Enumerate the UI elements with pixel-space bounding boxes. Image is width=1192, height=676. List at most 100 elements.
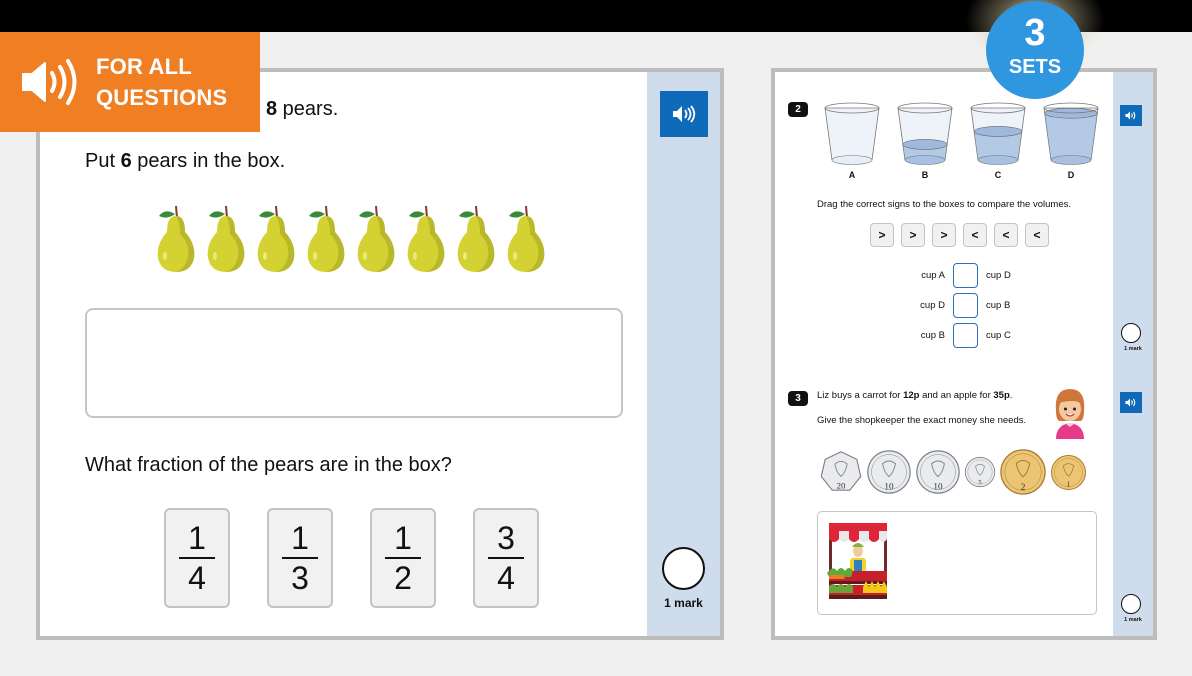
pear-total: 8 bbox=[266, 98, 278, 120]
fraction-question: What fraction of the pears are in the bo… bbox=[85, 454, 452, 476]
sign-tile-less[interactable]: < bbox=[994, 223, 1018, 247]
marks-sidebar: 1 mark bbox=[647, 72, 720, 636]
cup-label: D bbox=[1067, 170, 1075, 180]
cup-image bbox=[1043, 102, 1099, 165]
fraction-bar bbox=[385, 557, 421, 559]
comparison-drop-box[interactable] bbox=[953, 293, 978, 318]
pear-image[interactable] bbox=[256, 202, 296, 274]
pear-count-target: 6 bbox=[120, 150, 132, 172]
q3-text: Liz buys a carrot for bbox=[817, 390, 904, 401]
svg-text:20: 20 bbox=[837, 481, 846, 491]
carrot-price: 12p bbox=[903, 390, 920, 401]
pear-drop-box[interactable] bbox=[85, 308, 623, 418]
comparison-left: cup D bbox=[920, 300, 945, 311]
question-intro-text: 8 pears. bbox=[266, 98, 338, 121]
speaker-icon bbox=[1125, 111, 1136, 120]
sign-tile-greater[interactable]: > bbox=[932, 223, 956, 247]
cups-row: A B C D bbox=[822, 100, 1101, 180]
sign-tile-less[interactable]: < bbox=[1025, 223, 1049, 247]
denominator: 2 bbox=[394, 560, 412, 596]
coin-2p[interactable]: 2 bbox=[999, 448, 1047, 496]
numerator: 1 bbox=[394, 520, 412, 556]
speaker-icon bbox=[673, 105, 696, 123]
money-drop-box[interactable] bbox=[817, 511, 1097, 615]
mark-circle bbox=[662, 547, 705, 590]
comparison-drop-box[interactable] bbox=[953, 323, 978, 348]
pear-image[interactable] bbox=[406, 202, 446, 274]
pear-image[interactable] bbox=[156, 202, 196, 274]
cup-a: A bbox=[822, 100, 882, 180]
svg-text:1: 1 bbox=[1067, 479, 1071, 488]
q3-line1: Liz buys a carrot for 12p and an apple f… bbox=[817, 390, 1012, 401]
comparison-row: cup A cup D bbox=[905, 263, 1011, 288]
intro-rest: pears. bbox=[277, 98, 339, 120]
fraction-bar bbox=[282, 557, 318, 559]
sign-tile-less[interactable]: < bbox=[963, 223, 987, 247]
pear-image[interactable] bbox=[206, 202, 246, 274]
sign-tiles: > > > < < < bbox=[870, 223, 1049, 247]
cup-d: D bbox=[1041, 100, 1101, 180]
question-panel-preview: 2 A B C D Drag the correct signs to the box… bbox=[771, 68, 1157, 640]
cup-c: C bbox=[968, 100, 1028, 180]
speaker-icon bbox=[1125, 398, 1136, 407]
marks-sidebar: 1 mark 1 mark bbox=[1113, 72, 1153, 636]
speaker-icon bbox=[22, 59, 77, 105]
comparison-left: cup B bbox=[920, 330, 945, 341]
comparison-right: cup B bbox=[986, 300, 1011, 311]
sets-count: 3 bbox=[1024, 12, 1046, 54]
banner-line2: QUESTIONS bbox=[96, 85, 228, 110]
coin-5p[interactable]: 5 bbox=[964, 456, 996, 488]
mark-label: 1 mark bbox=[664, 596, 703, 610]
question-panel-main: 8 pears. Put 6 pears in the box. What fr… bbox=[36, 68, 724, 640]
comparison-right: cup C bbox=[986, 330, 1011, 341]
coin-10p[interactable]: 10 bbox=[915, 449, 961, 495]
denominator: 4 bbox=[497, 560, 515, 596]
svg-text:10: 10 bbox=[933, 481, 943, 491]
mark-circle bbox=[1121, 594, 1141, 614]
coin-1p[interactable]: 1 bbox=[1050, 454, 1087, 491]
cup-label: B bbox=[921, 170, 929, 180]
cup-label: C bbox=[994, 170, 1002, 180]
fraction-option-1-3[interactable]: 1 3 bbox=[267, 508, 333, 608]
comparison-left: cup A bbox=[921, 270, 945, 281]
girl-avatar bbox=[1055, 389, 1085, 439]
coin-10p[interactable]: 10 bbox=[866, 449, 912, 495]
comparison-drop-box[interactable] bbox=[953, 263, 978, 288]
cup-image bbox=[970, 102, 1026, 165]
fraction-options: 1 4 1 3 1 2 3 4 bbox=[164, 508, 539, 608]
q3-text: and an apple for bbox=[919, 390, 994, 401]
sign-tile-greater[interactable]: > bbox=[901, 223, 925, 247]
pear-image[interactable] bbox=[356, 202, 396, 274]
comparison-row: cup D cup B bbox=[905, 293, 1010, 318]
fraction-option-1-4[interactable]: 1 4 bbox=[164, 508, 230, 608]
banner-text: FOR ALL QUESTIONS bbox=[96, 51, 227, 113]
audio-button[interactable] bbox=[660, 91, 708, 137]
mark-label: 1 mark bbox=[1124, 346, 1142, 352]
fraction-option-3-4[interactable]: 3 4 bbox=[473, 508, 539, 608]
audio-for-all-banner[interactable]: FOR ALL QUESTIONS bbox=[0, 32, 260, 132]
question-number-badge: 2 bbox=[788, 102, 808, 117]
audio-button[interactable] bbox=[1120, 392, 1142, 413]
fraction-option-1-2[interactable]: 1 2 bbox=[370, 508, 436, 608]
pear-image[interactable] bbox=[506, 202, 546, 274]
sign-tile-greater[interactable]: > bbox=[870, 223, 894, 247]
comparison-row: cup B cup C bbox=[905, 323, 1011, 348]
cup-b: B bbox=[895, 100, 955, 180]
svg-text:10: 10 bbox=[884, 481, 894, 491]
numerator: 1 bbox=[291, 520, 309, 556]
pear-image[interactable] bbox=[456, 202, 496, 274]
coin-tray: 20 10 10 5 2 1 bbox=[819, 448, 1087, 496]
comparison-right: cup D bbox=[986, 270, 1011, 281]
pear-row bbox=[156, 202, 546, 274]
mark-circle bbox=[1121, 323, 1141, 343]
drag-instruction: Drag the correct signs to the boxes to c… bbox=[817, 199, 1071, 210]
banner-line1: FOR ALL bbox=[96, 54, 192, 79]
cup-label: A bbox=[848, 170, 856, 180]
denominator: 3 bbox=[291, 560, 309, 596]
coin-20p[interactable]: 20 bbox=[819, 450, 863, 494]
pear-image[interactable] bbox=[306, 202, 346, 274]
audio-button[interactable] bbox=[1120, 105, 1142, 126]
instr-post: pears in the box. bbox=[131, 150, 286, 172]
apple-price: 35p bbox=[993, 390, 1010, 401]
q3-text: . bbox=[1009, 390, 1013, 401]
